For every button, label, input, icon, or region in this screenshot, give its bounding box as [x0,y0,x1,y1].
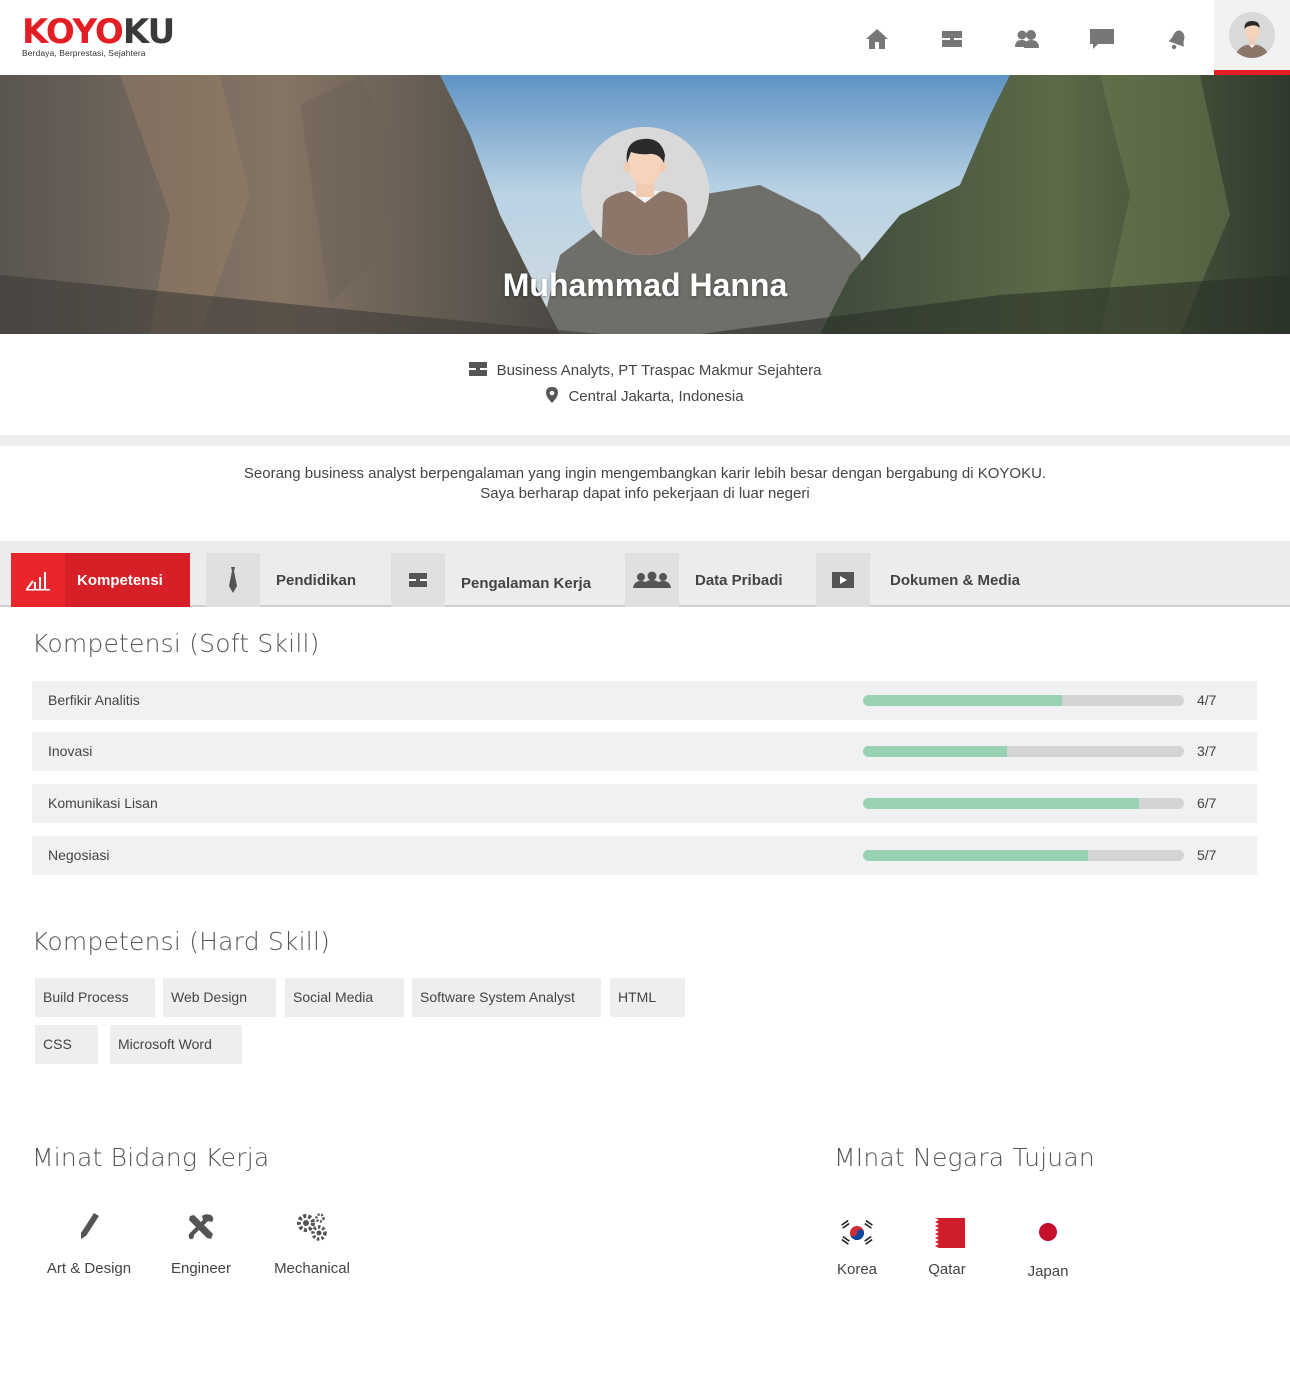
pencil-icon [34,1210,144,1244]
hard-skill-chip[interactable]: Social Media [285,978,404,1017]
section-divider [0,435,1290,446]
briefcase-icon [468,362,487,380]
home-icon[interactable] [862,24,892,54]
soft-skill-row: Negosiasi 5/7 [32,836,1257,875]
soft-skill-progress-bar [863,746,1184,757]
briefcase-icon [391,553,445,607]
interest-label: Art & Design [46,1260,132,1277]
hard-skill-chip[interactable]: Build Process [35,978,155,1017]
interest-art-design[interactable]: Art & Design [34,1210,144,1277]
tab-label: Pendidikan [276,571,357,589]
gears-icon [257,1210,367,1244]
interest-heading: Minat Bidang Kerja [32,1143,270,1172]
koyoku-logo[interactable]: KOYOKU Berdaya, Berprestasi, Sejahtera [22,12,175,58]
qatar-flag-icon [902,1217,992,1249]
profile-info: Business Analyts, PT Traspac Makmur Seja… [0,334,1290,435]
play-icon [816,553,870,607]
country-japan[interactable]: Japan [1003,1217,1093,1280]
tab-label: Dokumen & Media [890,571,1021,589]
bell-icon[interactable] [1162,24,1192,54]
tab-pengalaman-kerja[interactable]: Pengalaman Kerja [391,553,591,607]
hard-skill-chip[interactable]: Software System Analyst [412,978,601,1017]
user-avatar[interactable] [1214,0,1290,75]
soft-skill-score: 5/7 [1197,847,1217,863]
soft-skill-progress-fill [863,746,1008,757]
location-pin-icon [546,387,559,407]
soft-skill-progress-fill [863,695,1063,706]
bio-line-1: Seorang business analyst berpengalaman y… [243,465,1047,482]
hard-skill-chip[interactable]: Microsoft Word [110,1025,242,1064]
tab-kompetensi[interactable]: Kompetensi [11,553,190,607]
soft-skill-progress-bar [863,798,1184,809]
soft-skill-progress-fill [863,798,1140,809]
soft-skill-name: Berfikir Analitis [48,692,140,708]
soft-skill-progress-fill [863,850,1088,861]
profile-name: Muhammad Hanna [502,267,788,303]
bio-line-2: Saya berharap dapat info pekerjaan di lu… [480,485,810,502]
interest-mechanical[interactable]: Mechanical [257,1210,367,1277]
chart-icon [11,553,65,607]
job-title: Business Analyts, PT Traspac Makmur Seja… [496,362,822,379]
logo-wordmark: KOYOKU [22,12,175,52]
location-line: Central Jakarta, Indonesia [0,387,1290,407]
soft-skill-progress-bar [863,695,1184,706]
briefcase-icon[interactable] [937,24,967,54]
soft-skill-score: 4/7 [1197,692,1217,708]
korea-flag-icon [812,1217,902,1249]
profile-cover: Muhammad Hanna [0,75,1290,334]
interest-label: Mechanical [274,1260,350,1277]
location-text: Central Jakarta, Indonesia [568,387,744,405]
soft-skill-name: Inovasi [48,743,93,759]
country-label: Qatar [928,1261,966,1278]
soft-skill-score: 6/7 [1197,795,1217,811]
country-label: Japan [1027,1263,1069,1280]
tab-label: Kompetensi [77,571,163,589]
hard-skill-chip[interactable]: Web Design [163,978,276,1017]
group-icon [625,553,679,607]
soft-skill-name: Negosiasi [48,847,110,863]
profile-photo [581,127,709,255]
tie-icon [206,553,260,607]
country-heading: MInat Negara Tujuan [834,1143,1095,1172]
chat-icon[interactable] [1087,24,1117,54]
tab-dokumen-media[interactable]: Dokumen & Media [816,553,1020,607]
tab-label: Pengalaman Kerja [461,574,592,592]
job-line: Business Analyts, PT Traspac Makmur Seja… [0,362,1290,380]
profile-tabs: Kompetensi Pendidikan Pengalaman Kerja D… [0,541,1290,607]
interest-engineer[interactable]: Engineer [146,1210,256,1277]
tools-icon [146,1210,256,1244]
hard-skill-chip[interactable]: HTML [610,978,685,1017]
soft-skill-name: Komunikasi Lisan [48,795,158,811]
country-korea[interactable]: Korea [812,1217,902,1278]
top-navbar: KOYOKU Berdaya, Berprestasi, Sejahtera [0,0,1290,75]
soft-skill-row: Berfikir Analitis 4/7 [32,681,1257,720]
soft-skill-progress-bar [863,850,1184,861]
soft-skill-row: Inovasi 3/7 [32,732,1257,771]
soft-skill-heading: Kompetensi (Soft Skill) [32,629,320,658]
soft-skill-score: 3/7 [1197,743,1217,759]
hard-skill-chip[interactable]: CSS [35,1025,98,1064]
tab-pendidikan[interactable]: Pendidikan [206,553,356,607]
soft-skill-row: Komunikasi Lisan 6/7 [32,784,1257,823]
tab-label: Data Pribadi [695,571,783,589]
tab-data-pribadi[interactable]: Data Pribadi [625,553,783,607]
people-icon[interactable] [1012,24,1042,54]
country-qatar[interactable]: Qatar [902,1217,992,1278]
japan-flag-icon [1003,1217,1093,1249]
profile-bio: Seorang business analyst berpengalaman y… [0,464,1290,504]
hard-skill-heading: Kompetensi (Hard Skill) [32,927,331,956]
interest-label: Engineer [170,1260,232,1277]
country-label: Korea [836,1261,878,1278]
